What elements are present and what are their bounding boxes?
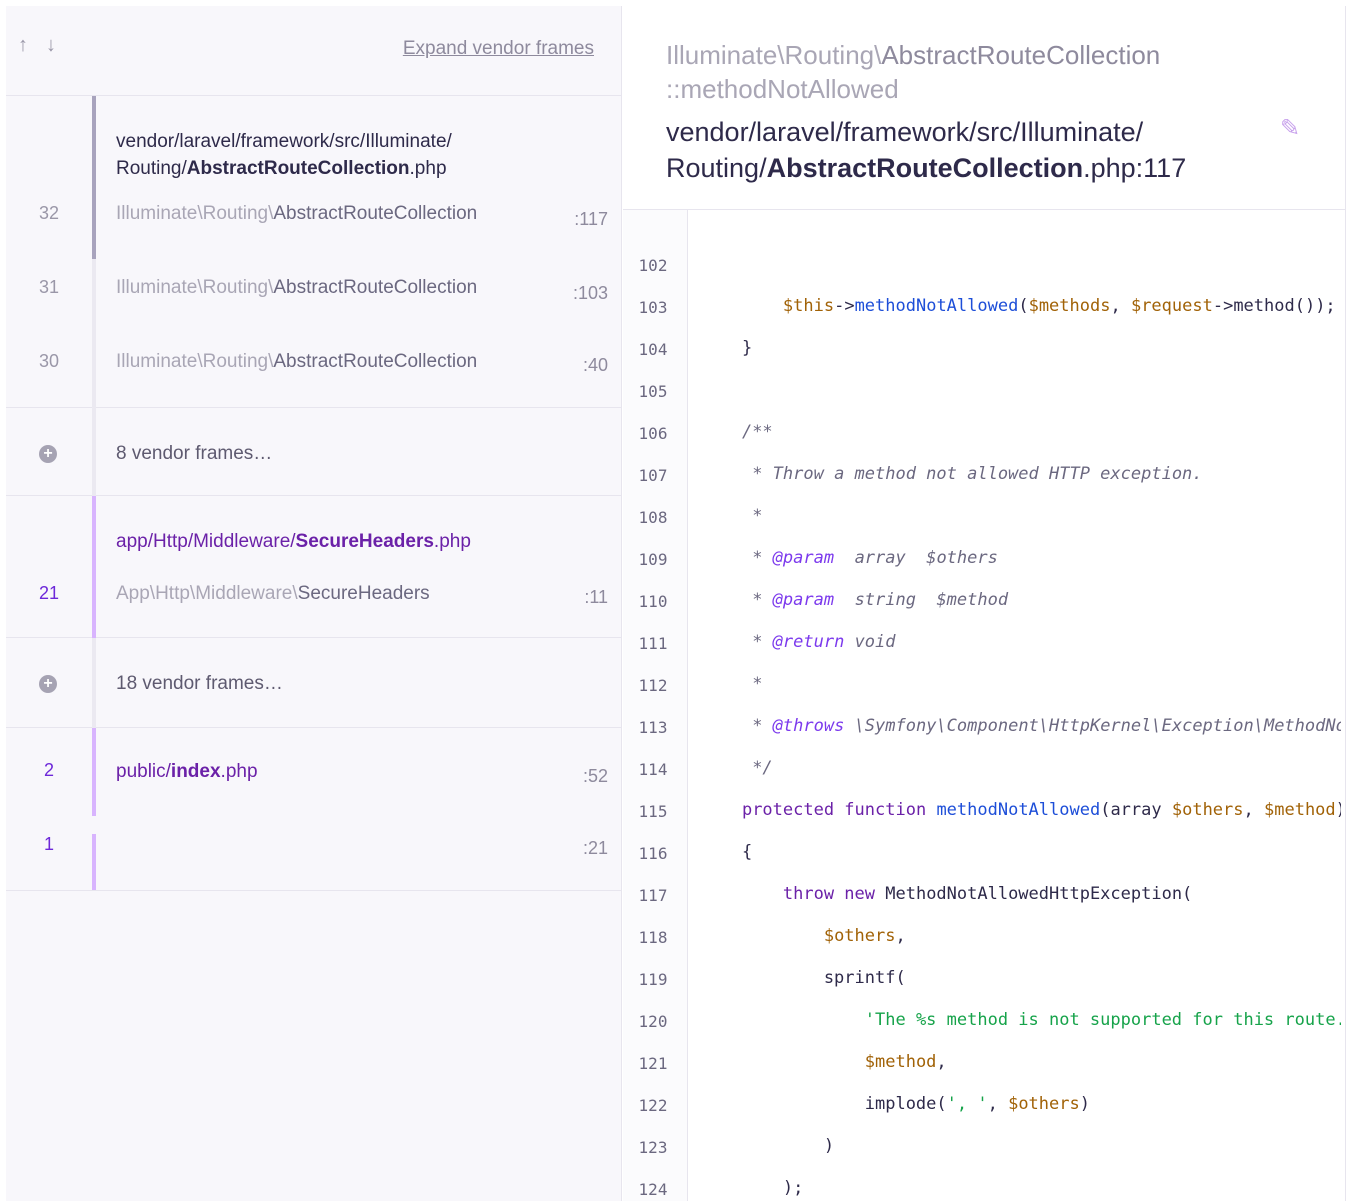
code-line: 'The %s method is not supported for this… — [864, 1010, 1341, 1030]
stack-trace-header: ↑ ↓ Expand vendor frames — [6, 6, 622, 96]
expand-vendor-frames-link[interactable]: Expand vendor frames — [403, 38, 594, 60]
code-line: { — [701, 842, 753, 862]
code-line: /** — [741, 422, 773, 442]
code-line: $this->methodNotAllowed($methods, $reque… — [782, 296, 1336, 316]
code-line: * — [752, 674, 763, 694]
frame-group-vendor: vendor/laravel/framework/src/Illuminate/… — [6, 96, 622, 408]
code-viewer-panel: Illuminate\Routing\AbstractRouteCollecti… — [623, 6, 1346, 1201]
frame-file-path: app/Http/Middleware/SecureHeaders.php — [116, 531, 471, 552]
plus-circle-icon: + — [39, 445, 57, 463]
frame-group-public: 2 public/index.php :52 1 :21 — [6, 728, 622, 891]
code-line: $method, — [864, 1052, 947, 1072]
vendor-frames-collapsed[interactable]: + 8 vendor frames… — [6, 408, 622, 496]
arrow-up-icon[interactable]: ↑ — [18, 34, 28, 57]
code-line: throw new MethodNotAllowedHttpException( — [782, 884, 1193, 904]
plus-circle-icon: + — [39, 675, 57, 693]
app-frame-indicator — [92, 496, 96, 638]
code-line: protected function methodNotAllowed(arra… — [741, 800, 1341, 820]
code-line: * Throw a method not allowed HTTP except… — [752, 464, 1203, 484]
code-line: sprintf( — [701, 968, 906, 988]
frame-file-title: vendor/laravel/framework/src/Illuminate/… — [666, 117, 1187, 183]
pencil-icon[interactable]: ✎ — [1280, 114, 1300, 143]
vendor-frames-collapsed[interactable]: + 18 vendor frames… — [6, 638, 622, 728]
code-line: * @param string $method — [752, 590, 1009, 610]
vendor-frames-label: 18 vendor frames… — [116, 673, 283, 694]
code-line: * @param array $others — [752, 548, 998, 568]
code-line: * @return void — [752, 632, 896, 652]
divider — [623, 209, 1346, 210]
frame-indicator — [92, 259, 96, 408]
frame-group-app: app/Http/Middleware/SecureHeaders.php 21… — [6, 496, 622, 638]
code-line: implode(', ', $others) — [701, 1094, 1090, 1114]
line-number-gutter: 102 103 104 105 106 107 108 109 110 111 … — [623, 210, 688, 1201]
frame-file-path: public/index.php — [116, 761, 258, 782]
code-line: $others, — [823, 926, 906, 946]
code-line: ) — [701, 1136, 835, 1156]
frame-file-path: vendor/laravel/framework/src/Illuminate/… — [116, 131, 452, 179]
vendor-frames-label: 8 vendor frames… — [116, 443, 273, 464]
stack-trace-panel: ↑ ↓ Expand vendor frames vendor/laravel/… — [6, 6, 622, 1201]
code-line: * — [752, 506, 763, 526]
selected-frame-indicator — [92, 96, 96, 259]
arrow-down-icon[interactable]: ↓ — [46, 34, 56, 57]
code-line: } — [701, 338, 753, 358]
code-line: * @throws \Symfony\Component\HttpKernel\… — [752, 716, 1341, 736]
frame-class-title: Illuminate\Routing\AbstractRouteCollecti… — [666, 40, 1161, 104]
code-line: */ — [752, 758, 773, 778]
code-line: ); — [701, 1178, 804, 1198]
